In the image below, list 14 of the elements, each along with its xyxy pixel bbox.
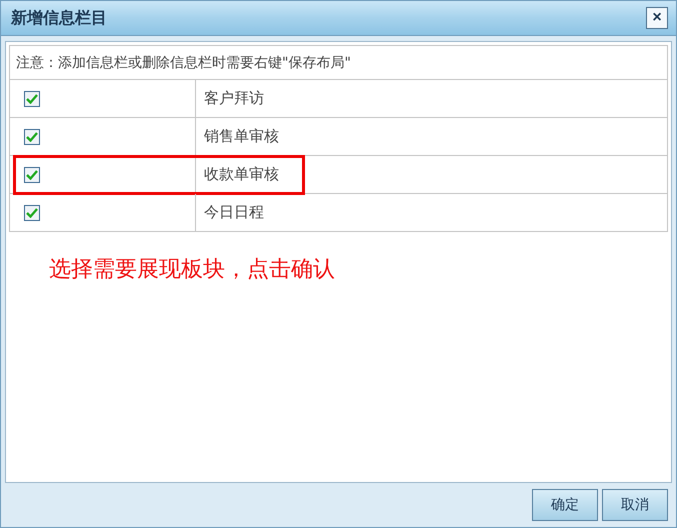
checkbox[interactable] [24, 204, 40, 220]
item-label: 收款单审核 [203, 165, 280, 184]
checkbox[interactable] [24, 166, 40, 182]
item-label: 销售单审核 [203, 127, 280, 146]
window-title: 新增信息栏目 [11, 8, 107, 28]
item-label: 客户拜访 [203, 89, 265, 108]
close-button[interactable]: × [646, 7, 668, 29]
annotation-text: 选择需要展现板块，点击确认 [49, 256, 336, 284]
notice-text: 注意：添加信息栏或删除信息栏时需要右键"保存布局" [10, 46, 667, 80]
checkbox[interactable] [24, 128, 40, 144]
item-label: 今日日程 [203, 203, 265, 222]
checkbox[interactable] [24, 90, 40, 106]
confirm-button[interactable]: 确定 [532, 489, 598, 521]
cancel-button[interactable]: 取消 [602, 489, 668, 521]
